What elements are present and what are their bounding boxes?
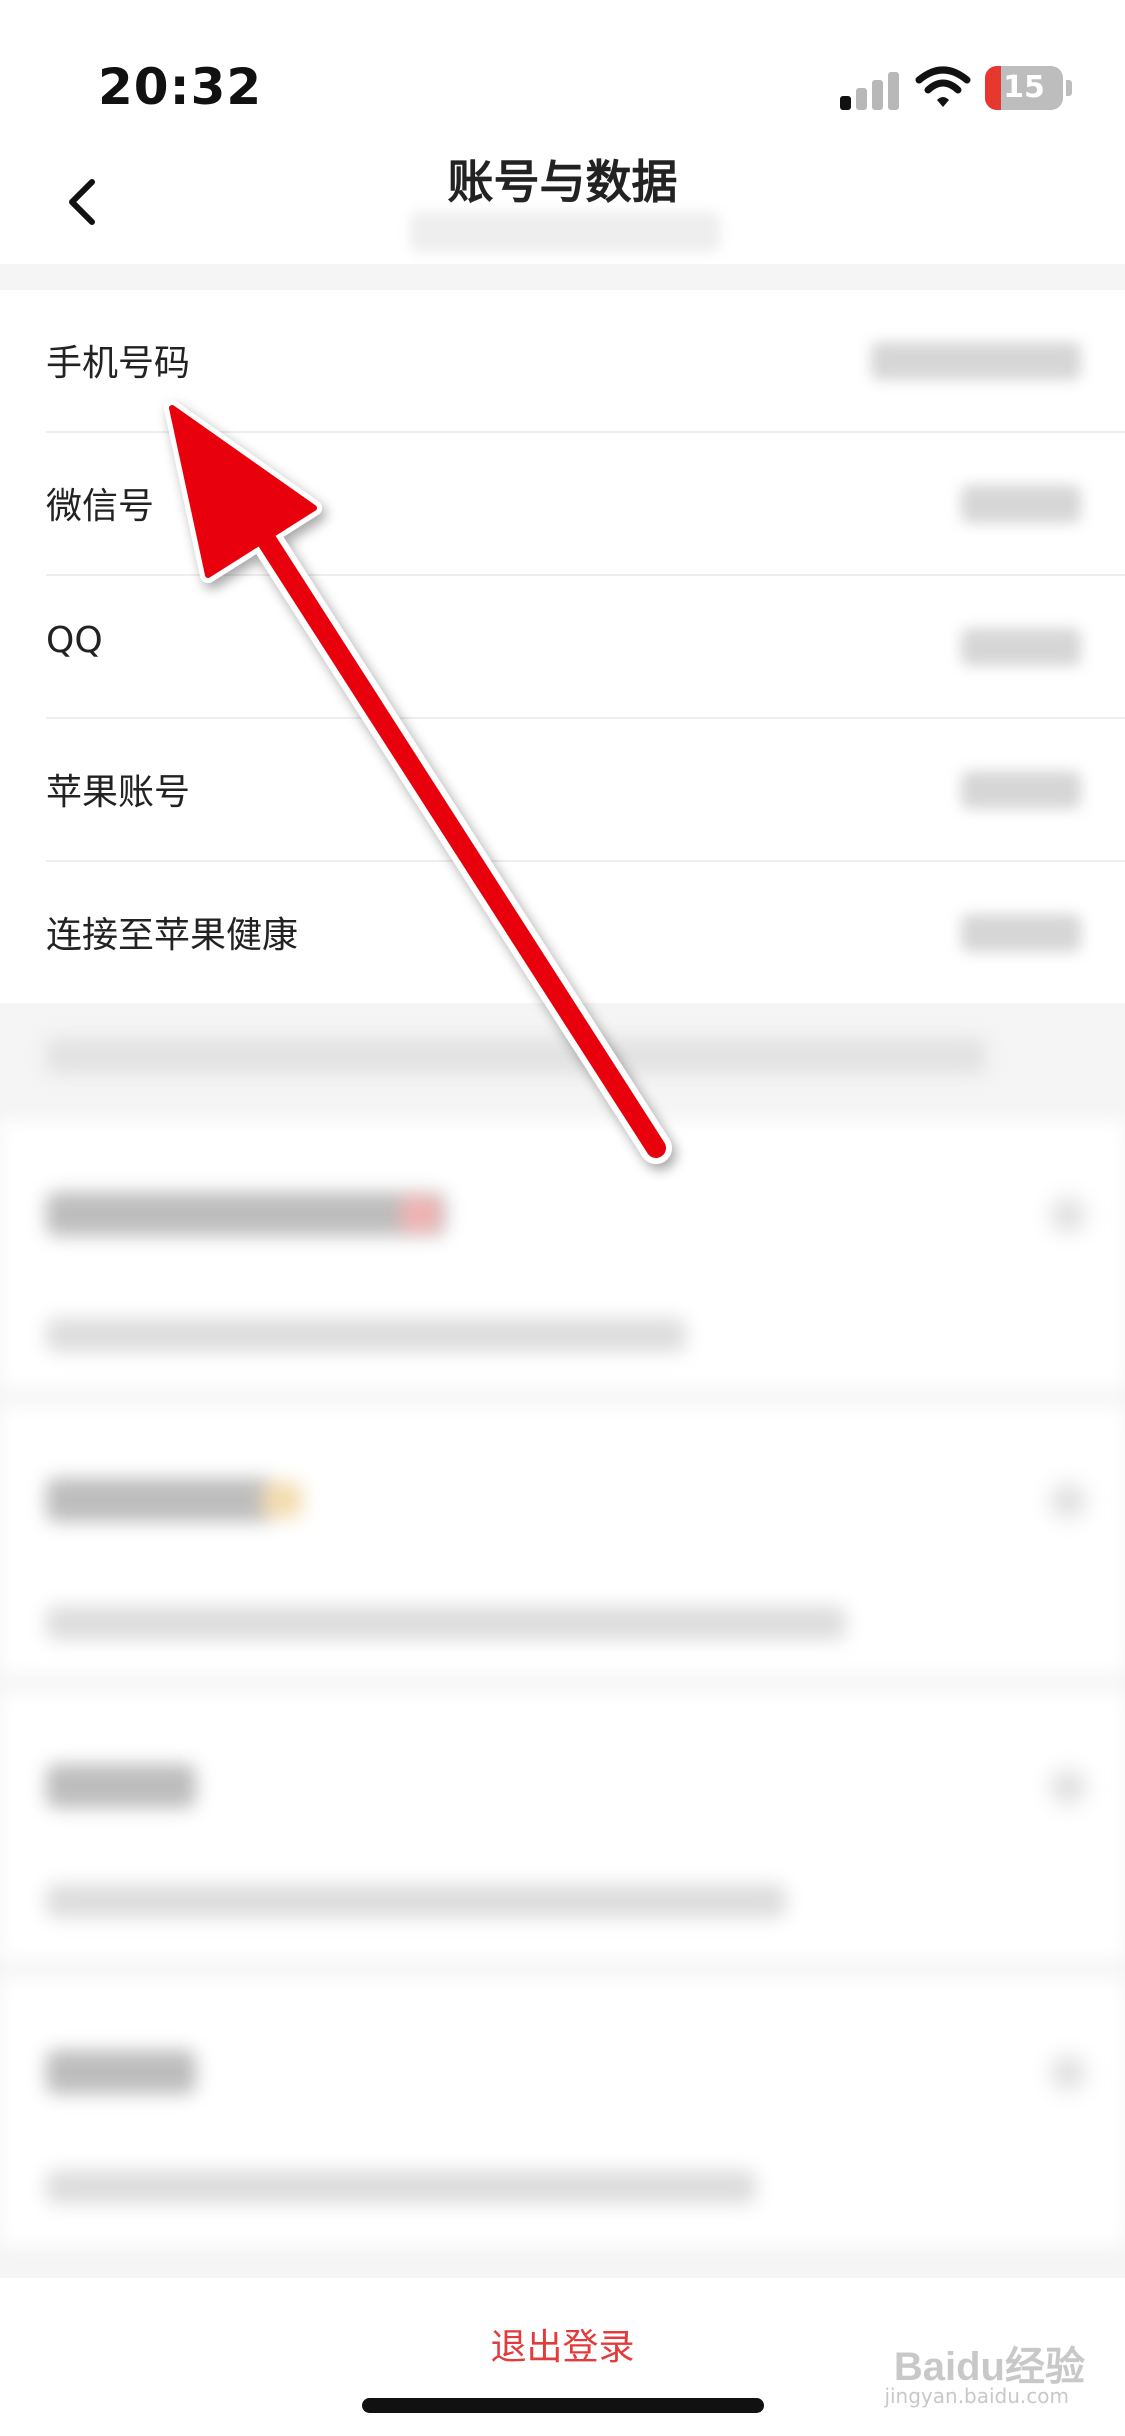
row-qq[interactable]: QQ [46, 576, 1125, 719]
blurred-note [46, 1038, 986, 1074]
status-time: 20:32 [98, 58, 263, 116]
wifi-icon [915, 66, 971, 107]
blurred-value [961, 485, 1081, 523]
row-label: QQ [46, 620, 103, 661]
blurred-section-1[interactable] [0, 1120, 1125, 1388]
blurred-section-4[interactable] [0, 1978, 1125, 2246]
battery-tip [1066, 80, 1072, 96]
footer: 退出登录 Baidu经验 jingyan.baidu.com [0, 2278, 1125, 2436]
account-binding-list: 手机号码 微信号 QQ 苹果账号 连接至苹果健康 [0, 290, 1125, 1003]
row-label: 微信号 [46, 486, 155, 527]
watermark-url: jingyan.baidu.com [884, 2384, 1069, 2408]
blurred-section-2[interactable] [0, 1406, 1125, 1674]
blurred-value [871, 342, 1081, 380]
blurred-value [961, 914, 1081, 952]
row-phone-number[interactable]: 手机号码 [46, 290, 1125, 433]
row-apple-health[interactable]: 连接至苹果健康 [46, 862, 1125, 1003]
blurred-value [961, 628, 1081, 666]
status-bar: 20:32 15 [0, 0, 1125, 140]
blurred-value [961, 771, 1081, 809]
row-label: 苹果账号 [46, 772, 191, 813]
cellular-signal-icon [840, 68, 900, 110]
row-wechat[interactable]: 微信号 [46, 433, 1125, 576]
page-title: 账号与数据 [447, 155, 678, 209]
row-label: 手机号码 [46, 343, 191, 384]
blurred-section-3[interactable] [0, 1692, 1125, 1960]
navigation-bar: 账号与数据 [0, 140, 1125, 264]
blurred-subtitle [410, 212, 720, 252]
battery-icon: 15 [985, 66, 1063, 110]
row-apple-id[interactable]: 苹果账号 [46, 719, 1125, 862]
row-label: 连接至苹果健康 [46, 915, 299, 956]
home-indicator[interactable] [362, 2398, 764, 2413]
battery-level: 15 [1003, 70, 1045, 105]
